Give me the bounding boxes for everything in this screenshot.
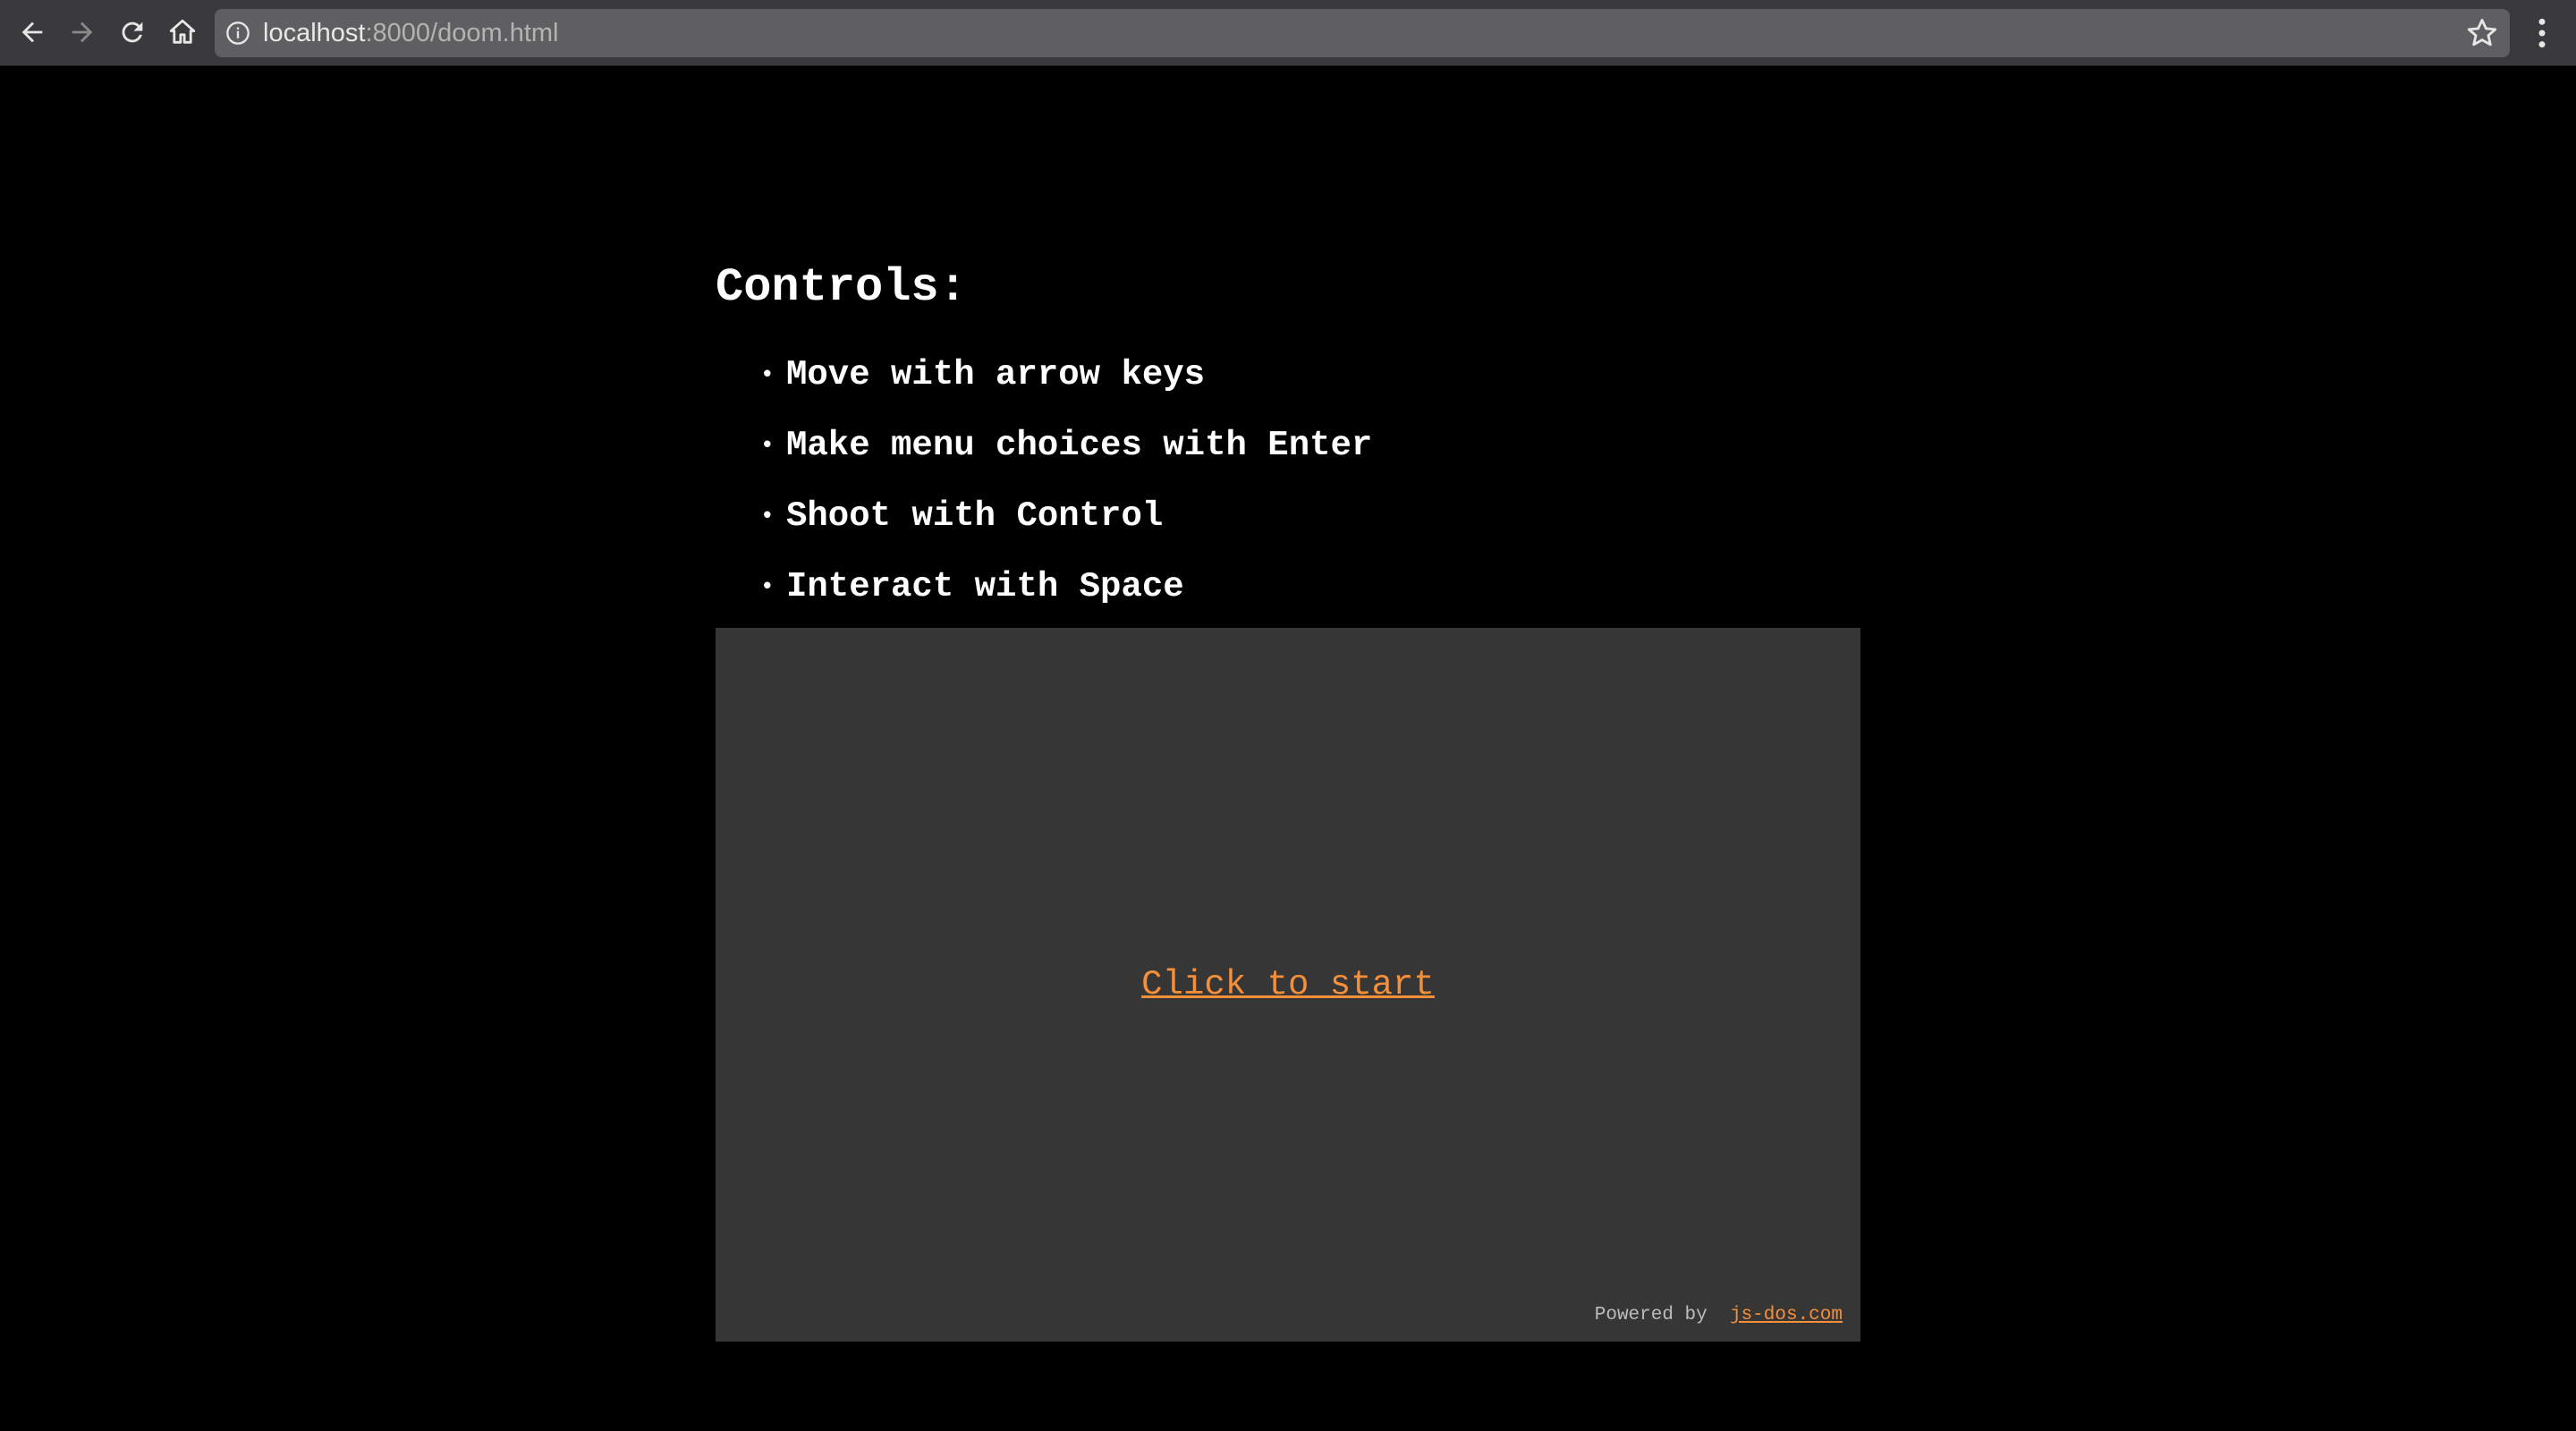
address-bar[interactable]: localhost:8000/doom.html: [215, 9, 2510, 57]
list-item: • Make menu choices with Enter: [716, 411, 1372, 481]
list-item: • Move with arrow keys: [716, 340, 1372, 411]
url-text[interactable]: localhost:8000/doom.html: [263, 9, 558, 57]
control-text: Make menu choices with Enter: [786, 426, 1373, 465]
back-arrow-icon: [21, 21, 43, 43]
controls-list: • Move with arrow keys • Make menu choices…: [716, 340, 1372, 622]
star-icon[interactable]: [2465, 16, 2499, 50]
list-item: • Interact with Space: [716, 552, 1372, 622]
forward-arrow-icon: [72, 21, 93, 43]
control-text: Move with arrow keys: [786, 355, 1206, 394]
reload-button[interactable]: [113, 13, 152, 52]
kebab-menu-icon[interactable]: [2531, 16, 2553, 50]
click-to-start-link[interactable]: Click to start: [716, 628, 1860, 1342]
powered-by: Powered by js-dos.com: [1595, 1305, 1843, 1325]
info-icon[interactable]: [225, 21, 250, 46]
bullet-icon: •: [760, 432, 775, 459]
reload-icon: [122, 21, 143, 43]
list-item: • Shoot with Control: [716, 481, 1372, 552]
bullet-icon: •: [760, 503, 775, 529]
control-text: Interact with Space: [786, 567, 1184, 606]
control-text: Shoot with Control: [786, 496, 1164, 536]
page-content: Controls: • Move with arrow keys • Make me…: [0, 66, 2576, 1431]
back-button[interactable]: [13, 13, 52, 52]
forward-button[interactable]: [63, 13, 102, 52]
bullet-icon: •: [760, 573, 775, 600]
controls-heading: Controls:: [716, 261, 967, 314]
url-host: localhost: [263, 19, 366, 47]
js-dos-player[interactable]: Click to start Powered by js-dos.com: [716, 628, 1860, 1342]
powered-by-label: Powered by: [1594, 1305, 1719, 1325]
browser-toolbar: localhost:8000/doom.html: [0, 0, 2576, 66]
bullet-icon: •: [760, 361, 775, 388]
home-icon: [169, 19, 196, 44]
home-button[interactable]: [163, 13, 202, 52]
url-path: :8000/doom.html: [365, 19, 559, 47]
js-dos-link[interactable]: js-dos.com: [1730, 1305, 1843, 1325]
